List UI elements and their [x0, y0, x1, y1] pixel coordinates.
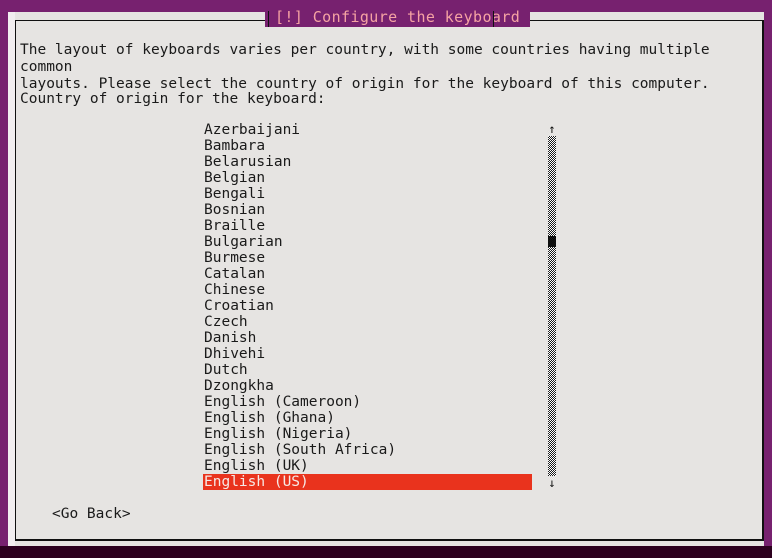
scrollbar-thumb[interactable] [548, 236, 556, 247]
country-list-item[interactable]: Czech [203, 314, 532, 330]
dialog-title: [!] Configure the keyboard [265, 8, 531, 27]
country-list-item[interactable]: Braille [203, 218, 532, 234]
country-list-item[interactable]: English (US) [203, 474, 532, 490]
country-list-item[interactable]: Croatian [203, 298, 532, 314]
country-list-item[interactable]: English (Cameroon) [203, 394, 532, 410]
country-list-item[interactable]: Bulgarian [203, 234, 532, 250]
titlebar-tick-left [268, 11, 269, 27]
list-prompt-label: Country of origin for the keyboard: [20, 91, 326, 107]
titlebar-tick-right [493, 11, 494, 27]
country-list-item[interactable]: Dhivehi [203, 346, 532, 362]
go-back-button[interactable]: <Go Back> [52, 506, 131, 523]
country-list-item[interactable]: Dzongkha [203, 378, 532, 394]
country-list-item[interactable]: Bengali [203, 186, 532, 202]
country-list-item[interactable]: English (Nigeria) [203, 426, 532, 442]
country-list-item[interactable]: English (UK) [203, 458, 532, 474]
country-list-item[interactable]: Belarusian [203, 154, 532, 170]
intro-paragraph: The layout of keyboards varies per count… [20, 42, 710, 92]
country-list-item[interactable]: Catalan [203, 266, 532, 282]
country-list-item[interactable]: Danish [203, 330, 532, 346]
installer-desktop-background: [!] Configure the keyboard The layout of… [0, 0, 772, 558]
country-list-item[interactable]: Azerbaijani [203, 122, 532, 138]
country-list-item[interactable]: English (Ghana) [203, 410, 532, 426]
country-list-item[interactable]: Bambara [203, 138, 532, 154]
country-list-item[interactable]: Bosnian [203, 202, 532, 218]
country-list-item[interactable]: Chinese [203, 282, 532, 298]
list-scrollbar[interactable]: ↑ ↓ [545, 122, 559, 490]
dialog-left-bevel [8, 12, 15, 546]
country-list-item[interactable]: Burmese [203, 250, 532, 266]
country-list-item[interactable]: Dutch [203, 362, 532, 378]
scrollbar-track[interactable] [548, 136, 556, 476]
country-list-item[interactable]: Belgian [203, 170, 532, 186]
dialog-titlebar: [!] Configure the keyboard [0, 0, 772, 30]
scroll-down-arrow-icon[interactable]: ↓ [545, 476, 559, 490]
desktop-bottom-strip [0, 546, 772, 558]
country-list[interactable]: Azerbaijani Bambara Belarusian Belgian Benga… [203, 122, 532, 490]
scroll-up-arrow-icon[interactable]: ↑ [545, 122, 559, 136]
country-list-item[interactable]: English (South Africa) [203, 442, 532, 458]
